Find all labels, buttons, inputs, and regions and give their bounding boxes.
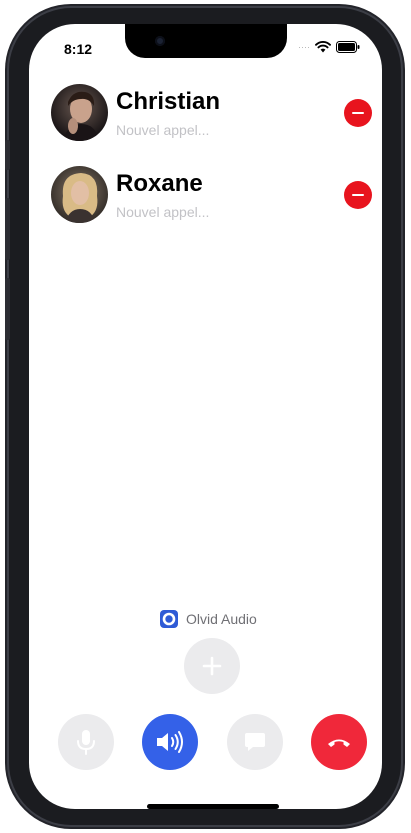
front-camera xyxy=(155,36,165,46)
add-participant-button[interactable] xyxy=(184,638,240,694)
remove-participant-button[interactable] xyxy=(344,99,372,127)
battery-icon xyxy=(336,41,360,53)
mute-switch xyxy=(5,140,10,170)
avatar-roxane xyxy=(51,166,108,223)
notch xyxy=(125,24,287,58)
phone-hangup-icon xyxy=(328,739,350,747)
avatar-christian xyxy=(51,84,108,141)
caller-status: Nouvel appel... xyxy=(116,122,210,138)
call-row-christian: Christian Nouvel appel... xyxy=(51,84,376,166)
call-participants-list: Christian Nouvel appel... Roxane Nouvel … xyxy=(51,84,376,248)
end-call-button[interactable] xyxy=(311,714,367,770)
status-icons: ···· xyxy=(298,41,360,53)
audio-output-selector[interactable]: Olvid Audio xyxy=(160,610,257,628)
chat-bubble-icon xyxy=(245,733,265,751)
olvid-logo-icon xyxy=(160,610,178,628)
minus-icon xyxy=(352,193,364,197)
volume-up-button xyxy=(5,198,10,260)
remove-participant-button[interactable] xyxy=(344,181,372,209)
status-time: 8:12 xyxy=(64,41,93,57)
caller-name: Christian xyxy=(116,88,221,115)
call-row-roxane: Roxane Nouvel appel... xyxy=(51,166,376,248)
caller-status: Nouvel appel... xyxy=(116,204,210,220)
call-screen: 8:12 ···· Christian Nouvel appel... Roxa… xyxy=(29,24,382,809)
caller-name: Roxane xyxy=(116,170,203,197)
audio-output-label: Olvid Audio xyxy=(186,611,257,627)
minus-icon xyxy=(352,111,364,115)
speaker-button[interactable] xyxy=(142,714,198,770)
volume-down-button xyxy=(5,278,10,340)
home-indicator[interactable] xyxy=(147,804,279,809)
plus-icon xyxy=(202,656,222,676)
speaker-icon xyxy=(157,731,183,753)
cellular-signal-icon: ···· xyxy=(298,42,310,52)
chat-button[interactable] xyxy=(227,714,283,770)
wifi-icon xyxy=(315,41,331,53)
microphone-icon xyxy=(77,730,95,755)
call-controls xyxy=(58,714,368,770)
mute-button[interactable] xyxy=(58,714,114,770)
